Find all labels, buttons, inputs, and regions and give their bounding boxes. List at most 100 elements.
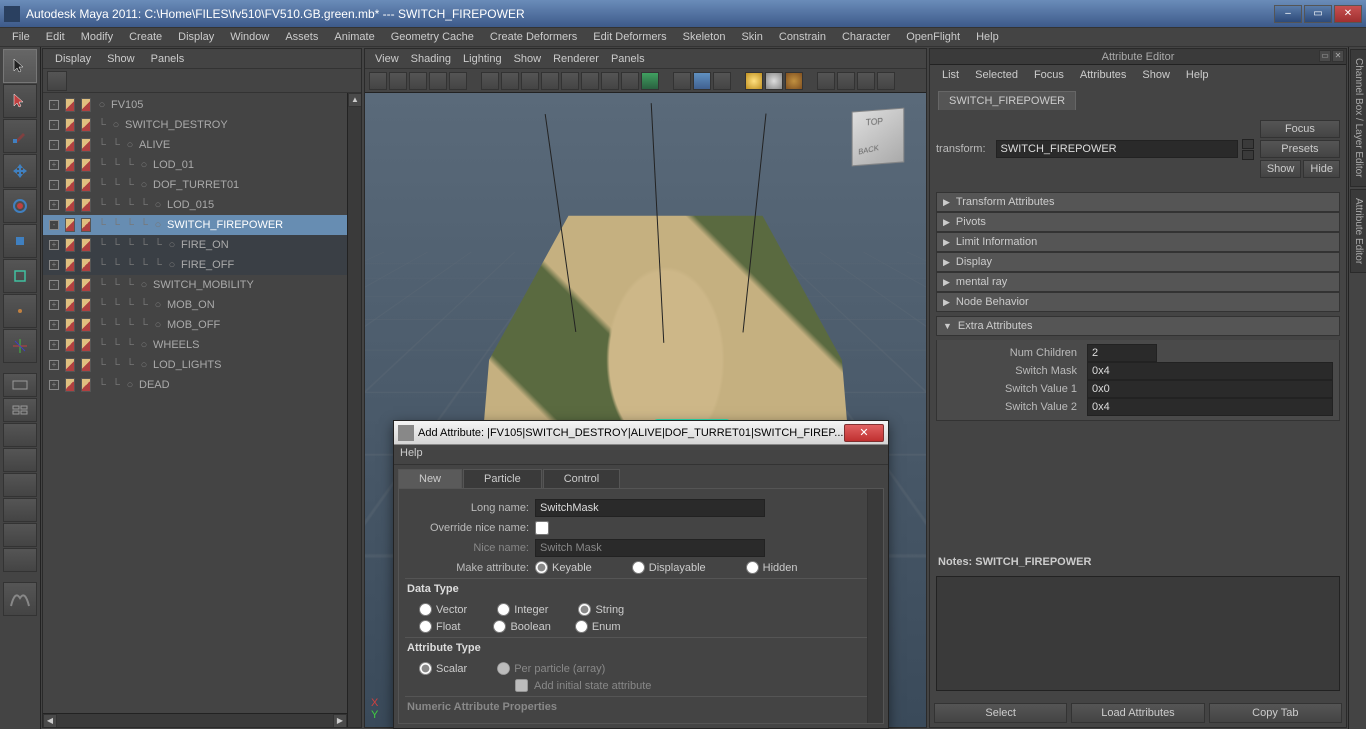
switch-mask-input[interactable] (1087, 362, 1333, 380)
radio-enum[interactable] (575, 620, 588, 633)
switch-value-2-input[interactable] (1087, 398, 1333, 416)
menu-skin[interactable]: Skin (733, 29, 770, 45)
rotate-tool-icon[interactable] (3, 189, 37, 223)
menu-geometry-cache[interactable]: Geometry Cache (383, 29, 482, 45)
attr-collapse-icon[interactable]: ▭ (1319, 50, 1331, 62)
section-extra-attributes[interactable]: ▼ Extra Attributes (936, 316, 1340, 336)
tree-node-lod_015[interactable]: +└└└└○LOD_015 (43, 195, 361, 215)
menu-constrain[interactable]: Constrain (771, 29, 834, 45)
section-limit-information[interactable]: ▶Limit Information (936, 232, 1340, 252)
universal-manip-icon[interactable] (3, 259, 37, 293)
menu-assets[interactable]: Assets (277, 29, 326, 45)
menu-help[interactable]: Help (968, 29, 1007, 45)
vp-subd-icon[interactable] (713, 72, 731, 90)
attr-menu-show[interactable]: Show (1134, 67, 1178, 83)
menu-edit[interactable]: Edit (38, 29, 73, 45)
vp-menu-view[interactable]: View (369, 51, 405, 67)
tree-node-dof_turret01[interactable]: -└└└○DOF_TURRET01 (43, 175, 361, 195)
menu-openflight[interactable]: OpenFlight (898, 29, 968, 45)
vp-textured-icon[interactable] (521, 72, 539, 90)
presets-button[interactable]: Presets (1260, 140, 1340, 158)
tree-node-mob_off[interactable]: +└└└└○MOB_OFF (43, 315, 361, 335)
vp-shadow-icon[interactable] (765, 72, 783, 90)
show-manip-icon[interactable] (3, 329, 37, 363)
dialog-close-button[interactable]: ✕ (844, 424, 884, 442)
radio-displayable[interactable] (632, 561, 645, 574)
layout-two-v-icon[interactable] (3, 448, 37, 472)
vp-isolate-icon[interactable] (601, 72, 619, 90)
menu-display[interactable]: Display (170, 29, 222, 45)
tree-node-wheels[interactable]: +└└└○WHEELS (43, 335, 361, 355)
select-tool-icon[interactable] (3, 49, 37, 83)
layout-four-icon[interactable] (3, 398, 37, 422)
vp-menu-shading[interactable]: Shading (405, 51, 457, 67)
dialog-menu-help[interactable]: Help (400, 447, 423, 459)
vp-ipr-icon[interactable] (857, 72, 875, 90)
tab-particle[interactable]: Particle (463, 469, 542, 488)
focus-button[interactable]: Focus (1260, 120, 1340, 138)
vp-render-icon[interactable] (837, 72, 855, 90)
menu-modify[interactable]: Modify (73, 29, 121, 45)
outliner-menu-panels[interactable]: Panels (143, 51, 193, 67)
channel-box-tab[interactable]: Channel Box / Layer Editor (1350, 49, 1366, 187)
vp-film-gate-icon[interactable] (641, 72, 659, 90)
tree-node-alive[interactable]: -└└○ALIVE (43, 135, 361, 155)
attr-menu-selected[interactable]: Selected (967, 67, 1026, 83)
radio-boolean[interactable] (493, 620, 506, 633)
dialog-title-bar[interactable]: Add Attribute: |FV105|SWITCH_DESTROY|ALI… (394, 421, 888, 445)
vp-poly-icon[interactable] (673, 72, 691, 90)
radio-string[interactable] (578, 603, 591, 616)
attr-close-icon[interactable]: ✕ (1332, 50, 1344, 62)
paint-tool-icon[interactable] (3, 119, 37, 153)
radio-integer[interactable] (497, 603, 510, 616)
attr-menu-focus[interactable]: Focus (1026, 67, 1072, 83)
vp-image-plane-icon[interactable] (409, 72, 427, 90)
menu-create-deformers[interactable]: Create Deformers (482, 29, 585, 45)
move-tool-icon[interactable] (3, 154, 37, 188)
radio-vector[interactable] (419, 603, 432, 616)
attribute-editor-tab[interactable]: Attribute Editor (1350, 189, 1366, 273)
num-children-input[interactable] (1087, 344, 1157, 362)
layout-single-icon[interactable] (3, 373, 37, 397)
section-pivots[interactable]: ▶Pivots (936, 212, 1340, 232)
load-attributes-button[interactable]: Load Attributes (1071, 703, 1204, 723)
tree-node-fv105[interactable]: -○FV105 (43, 95, 361, 115)
radio-keyable[interactable] (535, 561, 548, 574)
vp-menu-renderer[interactable]: Renderer (547, 51, 605, 67)
dialog-vscrollbar[interactable] (867, 489, 883, 723)
override-nice-name-checkbox[interactable] (535, 521, 549, 535)
vp-shadows-icon[interactable] (561, 72, 579, 90)
long-name-input[interactable] (535, 499, 765, 517)
layout-custom1-icon[interactable] (3, 498, 37, 522)
tree-node-dead[interactable]: +└└○DEAD (43, 375, 361, 395)
vp-render-settings-icon[interactable] (877, 72, 895, 90)
tree-node-mob_on[interactable]: +└└└└○MOB_ON (43, 295, 361, 315)
show-button[interactable]: Show (1260, 160, 1302, 178)
menu-edit-deformers[interactable]: Edit Deformers (585, 29, 674, 45)
section-transform-attributes[interactable]: ▶Transform Attributes (936, 192, 1340, 212)
scroll-left-icon[interactable]: ◀ (43, 714, 57, 727)
transform-name-input[interactable] (996, 140, 1238, 158)
menu-create[interactable]: Create (121, 29, 170, 45)
outliner-menu-display[interactable]: Display (47, 51, 99, 67)
section-node-behavior[interactable]: ▶Node Behavior (936, 292, 1340, 312)
scale-tool-icon[interactable] (3, 224, 37, 258)
menu-skeleton[interactable]: Skeleton (675, 29, 734, 45)
vp-motion-blur-icon[interactable] (817, 72, 835, 90)
notes-textarea[interactable] (936, 576, 1340, 691)
nav-up-icon[interactable] (1242, 139, 1254, 149)
layout-three-icon[interactable] (3, 473, 37, 497)
outliner-menu-show[interactable]: Show (99, 51, 143, 67)
vp-camera-icon[interactable] (369, 72, 387, 90)
vp-grid-icon[interactable] (621, 72, 639, 90)
layout-custom3-icon[interactable] (3, 548, 37, 572)
vp-menu-panels[interactable]: Panels (605, 51, 651, 67)
view-cube[interactable] (852, 108, 905, 167)
section-mental-ray[interactable]: ▶mental ray (936, 272, 1340, 292)
radio-float[interactable] (419, 620, 432, 633)
vp-cube-icon[interactable] (693, 72, 711, 90)
vp-grease-icon[interactable] (449, 72, 467, 90)
switch-value-1-input[interactable] (1087, 380, 1333, 398)
outliner-vscrollbar[interactable]: ▲ (347, 93, 361, 727)
vp-lights-icon[interactable] (541, 72, 559, 90)
